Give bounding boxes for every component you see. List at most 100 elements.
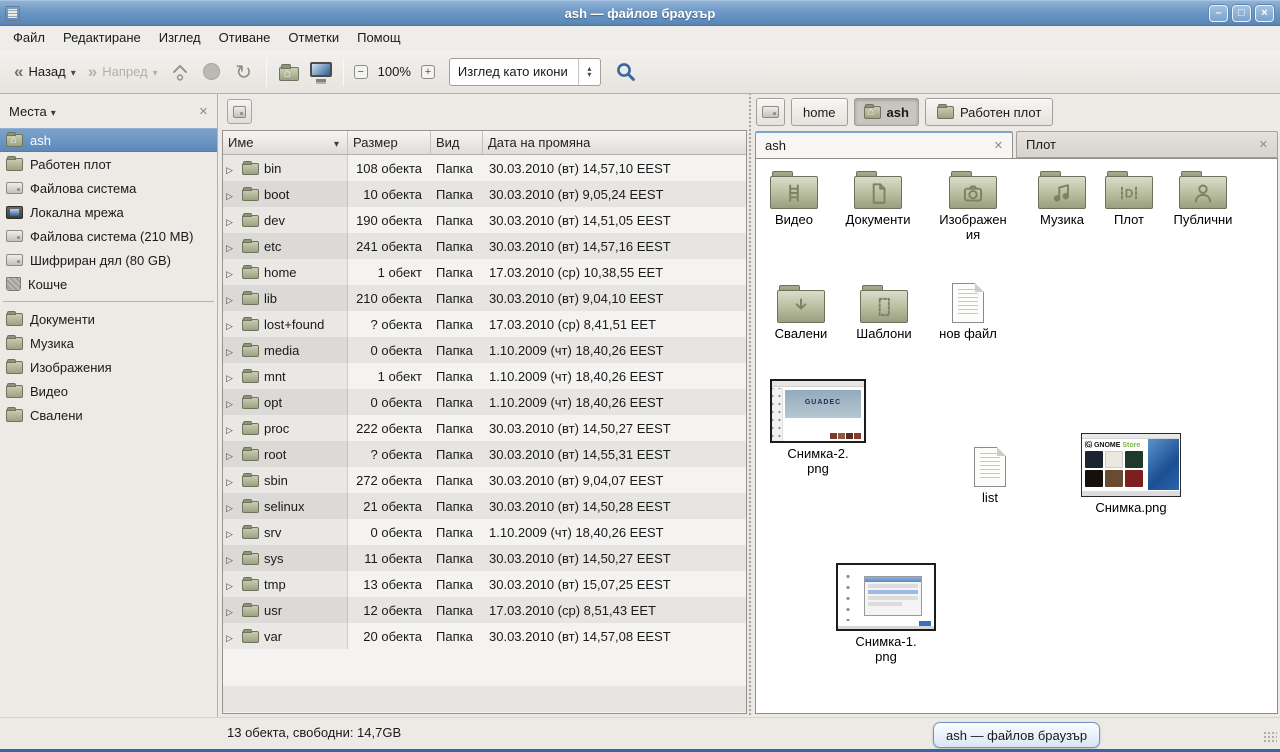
expander-icon[interactable] <box>226 369 237 384</box>
path-current-button[interactable]: ash <box>854 98 919 126</box>
icon-item-new-file[interactable]: нов файл <box>928 283 1008 341</box>
sidebar-item-trash[interactable]: Кошче <box>0 272 217 296</box>
minimize-button[interactable]: – <box>1209 5 1228 22</box>
root-location-button[interactable] <box>227 99 252 124</box>
back-history-caret-icon[interactable] <box>71 64 76 79</box>
expander-icon[interactable] <box>226 499 237 514</box>
expander-icon[interactable] <box>226 525 237 540</box>
table-row[interactable]: var20 обектаПапка30.03.2010 (вт) 14,57,0… <box>223 623 746 649</box>
reload-button[interactable]: ↻ <box>228 56 260 88</box>
table-row[interactable]: selinux21 обектаПапка30.03.2010 (вт) 14,… <box>223 493 746 519</box>
zoom-out-button[interactable]: − <box>350 61 372 83</box>
sidebar-item-music[interactable]: Музика <box>0 331 217 355</box>
sidebar-title[interactable]: Места <box>9 104 47 119</box>
sidebar-item-filesystem-210mb[interactable]: Файлова система (210 MB) <box>0 224 217 248</box>
icon-item-downloads[interactable]: Свалени <box>762 285 840 341</box>
search-icon[interactable] <box>615 61 637 83</box>
table-row[interactable]: proc222 обектаПапка30.03.2010 (вт) 14,50… <box>223 415 746 441</box>
zoom-in-button[interactable]: + <box>417 61 439 83</box>
up-button[interactable] <box>164 56 196 88</box>
icon-item-documents[interactable]: Документи <box>834 171 922 227</box>
expander-icon[interactable] <box>226 161 237 176</box>
table-row[interactable]: bin108 обектаПапка30.03.2010 (вт) 14,57,… <box>223 155 746 181</box>
tab-desktop[interactable]: Плот <box>1016 131 1278 158</box>
expander-icon[interactable] <box>226 421 237 436</box>
maximize-button[interactable]: □ <box>1232 5 1251 22</box>
icon-item-desktop[interactable]: D Плот <box>1098 171 1160 227</box>
sidebar-item-pictures[interactable]: Изображения <box>0 355 217 379</box>
expander-icon[interactable] <box>226 239 237 254</box>
expander-icon[interactable] <box>226 291 237 306</box>
table-row[interactable]: etc241 обектаПапка30.03.2010 (вт) 14,57,… <box>223 233 746 259</box>
sidebar-item-videos[interactable]: Видео <box>0 379 217 403</box>
expander-icon[interactable] <box>226 629 237 644</box>
expander-icon[interactable] <box>226 447 237 462</box>
icon-item-pictures[interactable]: Изображения <box>928 171 1018 242</box>
stop-button[interactable] <box>196 56 228 88</box>
column-header-type[interactable]: Вид <box>431 131 483 154</box>
table-row[interactable]: opt0 обектаПапка1.10.2009 (чт) 18,40,26 … <box>223 389 746 415</box>
expander-icon[interactable] <box>226 343 237 358</box>
sidebar-item-downloads[interactable]: Свалени <box>0 403 217 427</box>
expander-icon[interactable] <box>226 317 237 332</box>
path-root-button[interactable] <box>756 98 785 126</box>
table-row[interactable]: sbin272 обектаПапка30.03.2010 (вт) 9,04,… <box>223 467 746 493</box>
sidebar-item-desktop[interactable]: Работен плот <box>0 152 217 176</box>
icon-item-public[interactable]: Публични <box>1158 171 1248 227</box>
sidebar-close-icon[interactable] <box>199 103 208 119</box>
menu-bookmarks[interactable]: Отметки <box>279 26 348 50</box>
menu-go[interactable]: Отиване <box>210 26 280 50</box>
icon-item-music[interactable]: Музика <box>1026 171 1098 227</box>
menu-view[interactable]: Изглед <box>150 26 210 50</box>
computer-button[interactable] <box>305 56 337 88</box>
menu-help[interactable]: Помощ <box>348 26 409 50</box>
expander-icon[interactable] <box>226 187 237 202</box>
table-row[interactable]: home1 обектПапка17.03.2010 (ср) 10,38,55… <box>223 259 746 285</box>
sidebar-item-filesystem[interactable]: Файлова система <box>0 176 217 200</box>
table-row[interactable]: srv0 обектаПапка1.10.2009 (чт) 18,40,26 … <box>223 519 746 545</box>
sidebar-mode-caret-icon[interactable] <box>47 104 56 119</box>
home-button[interactable] <box>273 56 305 88</box>
forward-button[interactable]: » Напред <box>82 60 164 83</box>
table-row[interactable]: root? обектаПапка30.03.2010 (вт) 14,55,3… <box>223 441 746 467</box>
expander-icon[interactable] <box>226 213 237 228</box>
icon-item-list[interactable]: list <box>952 447 1028 505</box>
column-header-name[interactable]: Име <box>223 131 348 154</box>
tab-close-icon[interactable] <box>994 138 1003 153</box>
menu-edit[interactable]: Редактиране <box>54 26 150 50</box>
spinner-arrows-icon[interactable] <box>578 59 600 85</box>
column-header-size[interactable]: Размер <box>348 131 431 154</box>
table-row[interactable]: media0 обектаПапка1.10.2009 (чт) 18,40,2… <box>223 337 746 363</box>
icon-item-snimka1[interactable]: Снимка-1.png <box>834 563 938 664</box>
expander-icon[interactable] <box>226 577 237 592</box>
back-button[interactable]: « Назад <box>8 60 82 83</box>
table-row[interactable]: mnt1 обектПапка1.10.2009 (чт) 18,40,26 E… <box>223 363 746 389</box>
table-row[interactable]: lib210 обектаПапка30.03.2010 (вт) 9,04,1… <box>223 285 746 311</box>
table-row[interactable]: usr12 обектаПапка17.03.2010 (ср) 8,51,43… <box>223 597 746 623</box>
table-row[interactable]: dev190 обектаПапка30.03.2010 (вт) 14,51,… <box>223 207 746 233</box>
tab-close-icon[interactable] <box>1259 137 1268 152</box>
icon-item-videos[interactable]: Видео <box>758 171 830 227</box>
table-row[interactable]: boot10 обектаПапка30.03.2010 (вт) 9,05,2… <box>223 181 746 207</box>
sidebar-item-documents[interactable]: Документи <box>0 307 217 331</box>
icon-item-snimka2[interactable]: GUADEC Снимка-2.png <box>768 379 868 476</box>
column-header-date[interactable]: Дата на промяна <box>483 131 746 154</box>
resize-grip[interactable] <box>1263 731 1277 743</box>
sidebar-item-home[interactable]: ash <box>0 128 217 152</box>
tab-ash[interactable]: ash <box>755 131 1013 158</box>
table-row[interactable]: sys11 обектаПапка30.03.2010 (вт) 14,50,2… <box>223 545 746 571</box>
expander-icon[interactable] <box>226 265 237 280</box>
table-row[interactable]: tmp13 обектаПапка30.03.2010 (вт) 15,07,2… <box>223 571 746 597</box>
path-desktop-button[interactable]: Работен плот <box>925 98 1053 126</box>
path-home-button[interactable]: home <box>791 98 848 126</box>
sidebar-item-encrypted-80gb[interactable]: Шифриран дял (80 GB) <box>0 248 217 272</box>
icon-item-templates[interactable]: Шаблони <box>844 285 924 341</box>
menu-file[interactable]: Файл <box>4 26 54 50</box>
icon-item-snimka[interactable]: 🄖 GNOME Store Снимка.png <box>1078 433 1184 515</box>
expander-icon[interactable] <box>226 395 237 410</box>
expander-icon[interactable] <box>226 473 237 488</box>
sidebar-item-network[interactable]: Локална мрежа <box>0 200 217 224</box>
table-row[interactable]: lost+found? обектаПапка17.03.2010 (ср) 8… <box>223 311 746 337</box>
expander-icon[interactable] <box>226 603 237 618</box>
view-mode-select[interactable]: Изглед като икони <box>449 58 601 86</box>
